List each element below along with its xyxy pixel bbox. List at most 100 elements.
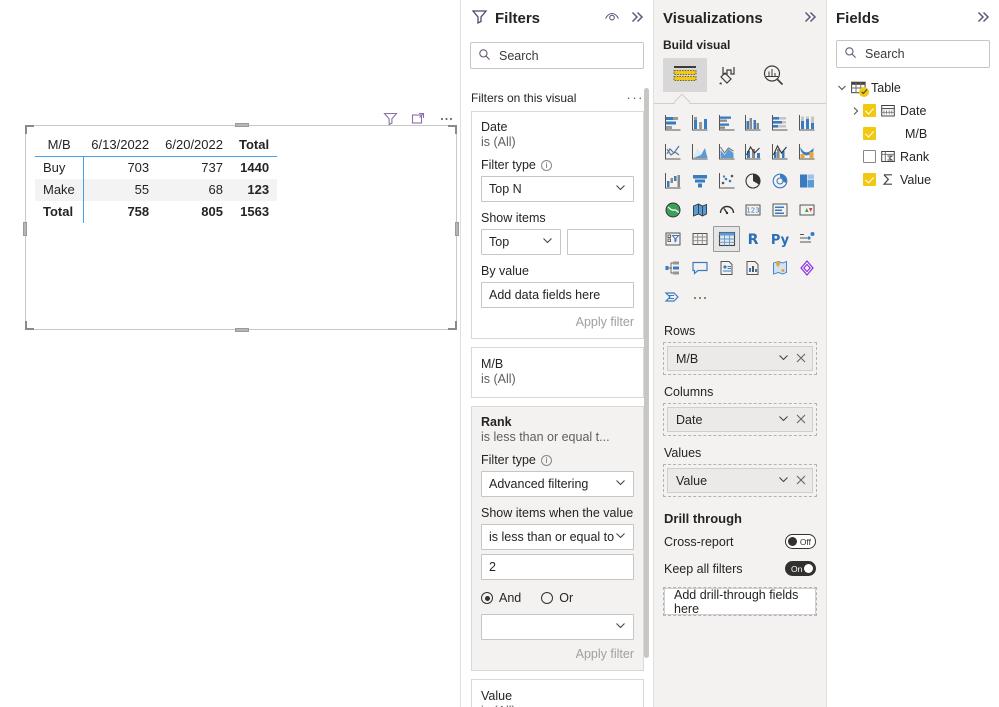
analytics-icon[interactable] [751, 58, 795, 92]
matrix-grand-total-cell[interactable]: 1563 [231, 201, 277, 223]
more-visuals-icon[interactable] [687, 284, 714, 310]
field-chip-date[interactable]: Date [667, 407, 813, 432]
show-items-count-input[interactable] [567, 229, 634, 255]
matrix-cell[interactable]: 737 [157, 157, 231, 180]
multi-row-card-icon[interactable] [767, 197, 794, 223]
filter-type-select[interactable]: Advanced filtering [481, 471, 634, 497]
funnel-chart-icon[interactable] [687, 168, 714, 194]
format-visual-icon[interactable] [707, 58, 751, 92]
power-automate-icon[interactable] [660, 284, 687, 310]
line-chart-icon[interactable] [660, 139, 687, 165]
filter-type-select[interactable]: Top N [481, 176, 634, 202]
field-chip-mb[interactable]: M/B [667, 346, 813, 371]
remove-field-icon[interactable] [796, 473, 806, 488]
matrix-total-cell[interactable]: 805 [157, 201, 231, 223]
values-well[interactable]: Value [663, 464, 817, 497]
remove-field-icon[interactable] [796, 351, 806, 366]
keep-all-filters-toggle[interactable]: On [785, 561, 816, 576]
clustered-bar-chart-icon[interactable] [713, 110, 740, 136]
resize-handle-left[interactable] [23, 222, 27, 236]
resize-handle-top-left[interactable] [25, 125, 34, 134]
field-checkbox-mb[interactable] [863, 127, 876, 140]
radio-and[interactable] [481, 592, 493, 604]
filters-section-more-icon[interactable]: ··· [627, 90, 645, 105]
rows-well[interactable]: M/B [663, 342, 817, 375]
condition-value-input[interactable]: 2 [481, 554, 634, 580]
apply-filter-button[interactable]: Apply filter [481, 315, 634, 329]
card-icon[interactable]: 123 [740, 197, 767, 223]
filter-card-value[interactable]: Value is (All) [471, 679, 644, 707]
matrix-cell[interactable]: 68 [157, 179, 231, 201]
fields-tree-item-table[interactable]: Table [827, 76, 999, 99]
100-stacked-bar-chart-icon[interactable] [767, 110, 794, 136]
key-influencers-icon[interactable] [793, 226, 820, 252]
filters-list[interactable]: Filters on this visual ··· Date is (All)… [461, 80, 653, 707]
fields-tree-item-rank[interactable]: Rank [827, 145, 999, 168]
matrix-col-header-0[interactable]: M/B [35, 134, 84, 157]
stacked-area-chart-icon[interactable] [713, 139, 740, 165]
info-icon[interactable]: i [540, 159, 552, 171]
matrix-cell[interactable]: 703 [83, 157, 157, 180]
matrix-visual-container[interactable]: M/B 6/13/2022 6/20/2022 Total Buy 703 73… [23, 123, 459, 332]
filter-card-rank[interactable]: Rank is less than or equal t... Filter t… [471, 406, 644, 671]
matrix-total-label[interactable]: Total [35, 201, 84, 223]
build-visual-icon[interactable] [663, 58, 707, 92]
field-checkbox-rank[interactable] [863, 150, 876, 163]
100-stacked-column-chart-icon[interactable] [793, 110, 820, 136]
condition-operator-select[interactable]: is less than or equal to [481, 524, 634, 550]
waterfall-chart-icon[interactable] [660, 168, 687, 194]
matrix-cell-total[interactable]: 123 [230, 179, 278, 201]
matrix-row-label[interactable]: Make [35, 179, 84, 201]
paginated-report-icon[interactable] [740, 255, 767, 281]
matrix-col-header-2[interactable]: 6/20/2022 [157, 134, 231, 157]
radio-or[interactable] [541, 592, 554, 604]
stacked-column-chart-icon[interactable] [687, 110, 714, 136]
resize-handle-top-right[interactable] [448, 125, 457, 134]
area-chart-icon[interactable] [687, 139, 714, 165]
matrix-visual[interactable]: M/B 6/13/2022 6/20/2022 Total Buy 703 73… [35, 134, 278, 223]
chevron-double-right-icon[interactable] [629, 9, 645, 28]
line-and-stacked-column-chart-icon[interactable] [740, 139, 767, 165]
treemap-icon[interactable] [793, 168, 820, 194]
filters-pane-scrollbar[interactable] [644, 88, 649, 658]
chevron-right-icon[interactable] [849, 106, 863, 116]
by-value-dropzone[interactable]: Add data fields here [481, 282, 634, 308]
second-condition-select[interactable] [481, 614, 634, 640]
matrix-row-label[interactable]: Buy [35, 156, 84, 179]
table-row[interactable]: Buy 703 737 1440 [35, 156, 277, 180]
smart-narrative-icon[interactable] [713, 255, 740, 281]
fields-tree[interactable]: Table Date M/B Rank Value [827, 68, 999, 191]
field-checkbox-value[interactable] [863, 173, 876, 186]
kpi-icon[interactable] [793, 197, 820, 223]
matrix-icon[interactable] [713, 226, 740, 252]
chevron-double-right-icon[interactable] [802, 9, 818, 28]
info-icon[interactable]: i [540, 454, 552, 466]
chevron-down-icon[interactable] [835, 83, 849, 93]
filters-search-input[interactable]: Search [470, 42, 644, 69]
clustered-column-chart-icon[interactable] [740, 110, 767, 136]
show-items-select[interactable]: Top [481, 229, 561, 255]
matrix-cell[interactable]: 55 [83, 179, 158, 201]
donut-chart-icon[interactable] [767, 168, 794, 194]
matrix-cell-total[interactable]: 1440 [231, 157, 277, 180]
matrix-total-cell[interactable]: 758 [83, 201, 157, 223]
map-icon[interactable] [660, 197, 687, 223]
resize-handle-bottom-left[interactable] [25, 321, 34, 330]
stacked-bar-chart-icon[interactable] [660, 110, 687, 136]
r-script-visual-icon[interactable]: R [740, 226, 767, 252]
gauge-icon[interactable] [713, 197, 740, 223]
filter-card-mb[interactable]: M/B is (All) [471, 347, 644, 398]
ribbon-chart-icon[interactable] [793, 139, 820, 165]
fields-search-input[interactable]: Search [836, 40, 990, 68]
chevron-double-right-icon[interactable] [975, 9, 991, 28]
filled-map-icon[interactable] [687, 197, 714, 223]
chevron-down-icon[interactable] [778, 413, 789, 427]
chevron-down-icon[interactable] [778, 474, 789, 488]
resize-handle-right[interactable] [455, 222, 459, 236]
field-chip-value[interactable]: Value [667, 468, 813, 493]
power-apps-icon[interactable] [793, 255, 820, 281]
resize-handle-top[interactable] [235, 123, 249, 127]
matrix-table[interactable]: M/B 6/13/2022 6/20/2022 Total Buy 703 73… [35, 134, 278, 223]
remove-field-icon[interactable] [796, 412, 806, 427]
cross-report-toggle[interactable]: Off [785, 534, 816, 549]
